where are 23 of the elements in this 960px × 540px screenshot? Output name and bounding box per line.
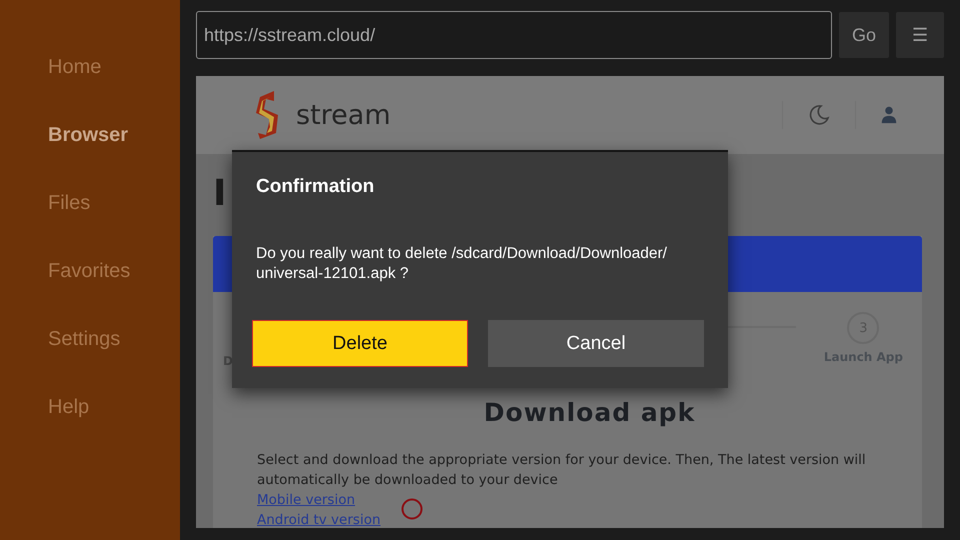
description-text: Select and download the appropriate version for your device. Then, The latest version will automatically be downloaded to your device — [257, 451, 867, 490]
site-name: stream — [296, 100, 391, 130]
page-heading: I — [213, 172, 226, 216]
download-link[interactable]: Android tv version — [257, 510, 381, 528]
sidebar-item[interactable]: Favorites — [0, 254, 180, 322]
cursor-icon — [401, 498, 423, 520]
menu-button[interactable]: ☰ — [896, 12, 944, 58]
moon-icon[interactable] — [807, 103, 831, 127]
user-icon[interactable] — [880, 105, 898, 125]
sidebar-item[interactable]: Home — [0, 50, 180, 118]
logo-icon — [254, 89, 280, 141]
go-button[interactable]: Go — [839, 12, 889, 58]
sidebar-item[interactable]: Browser — [0, 118, 180, 186]
sidebar-item[interactable]: Files — [0, 186, 180, 254]
sidebar-item[interactable]: Help — [0, 390, 180, 458]
download-link[interactable]: Mobile version — [257, 490, 356, 510]
delete-button[interactable]: Delete — [252, 320, 468, 367]
cancel-button[interactable]: Cancel — [488, 320, 704, 367]
section-title: Download apk — [484, 398, 696, 428]
sidebar-item[interactable]: Settings — [0, 322, 180, 390]
url-field[interactable]: https://sstream.cloud/ — [196, 11, 832, 59]
dialog-title: Confirmation — [256, 176, 376, 198]
dialog-message: Do you really want to delete /sdcard/Download/Downloader/ universal-12101.apk ? — [256, 244, 668, 284]
